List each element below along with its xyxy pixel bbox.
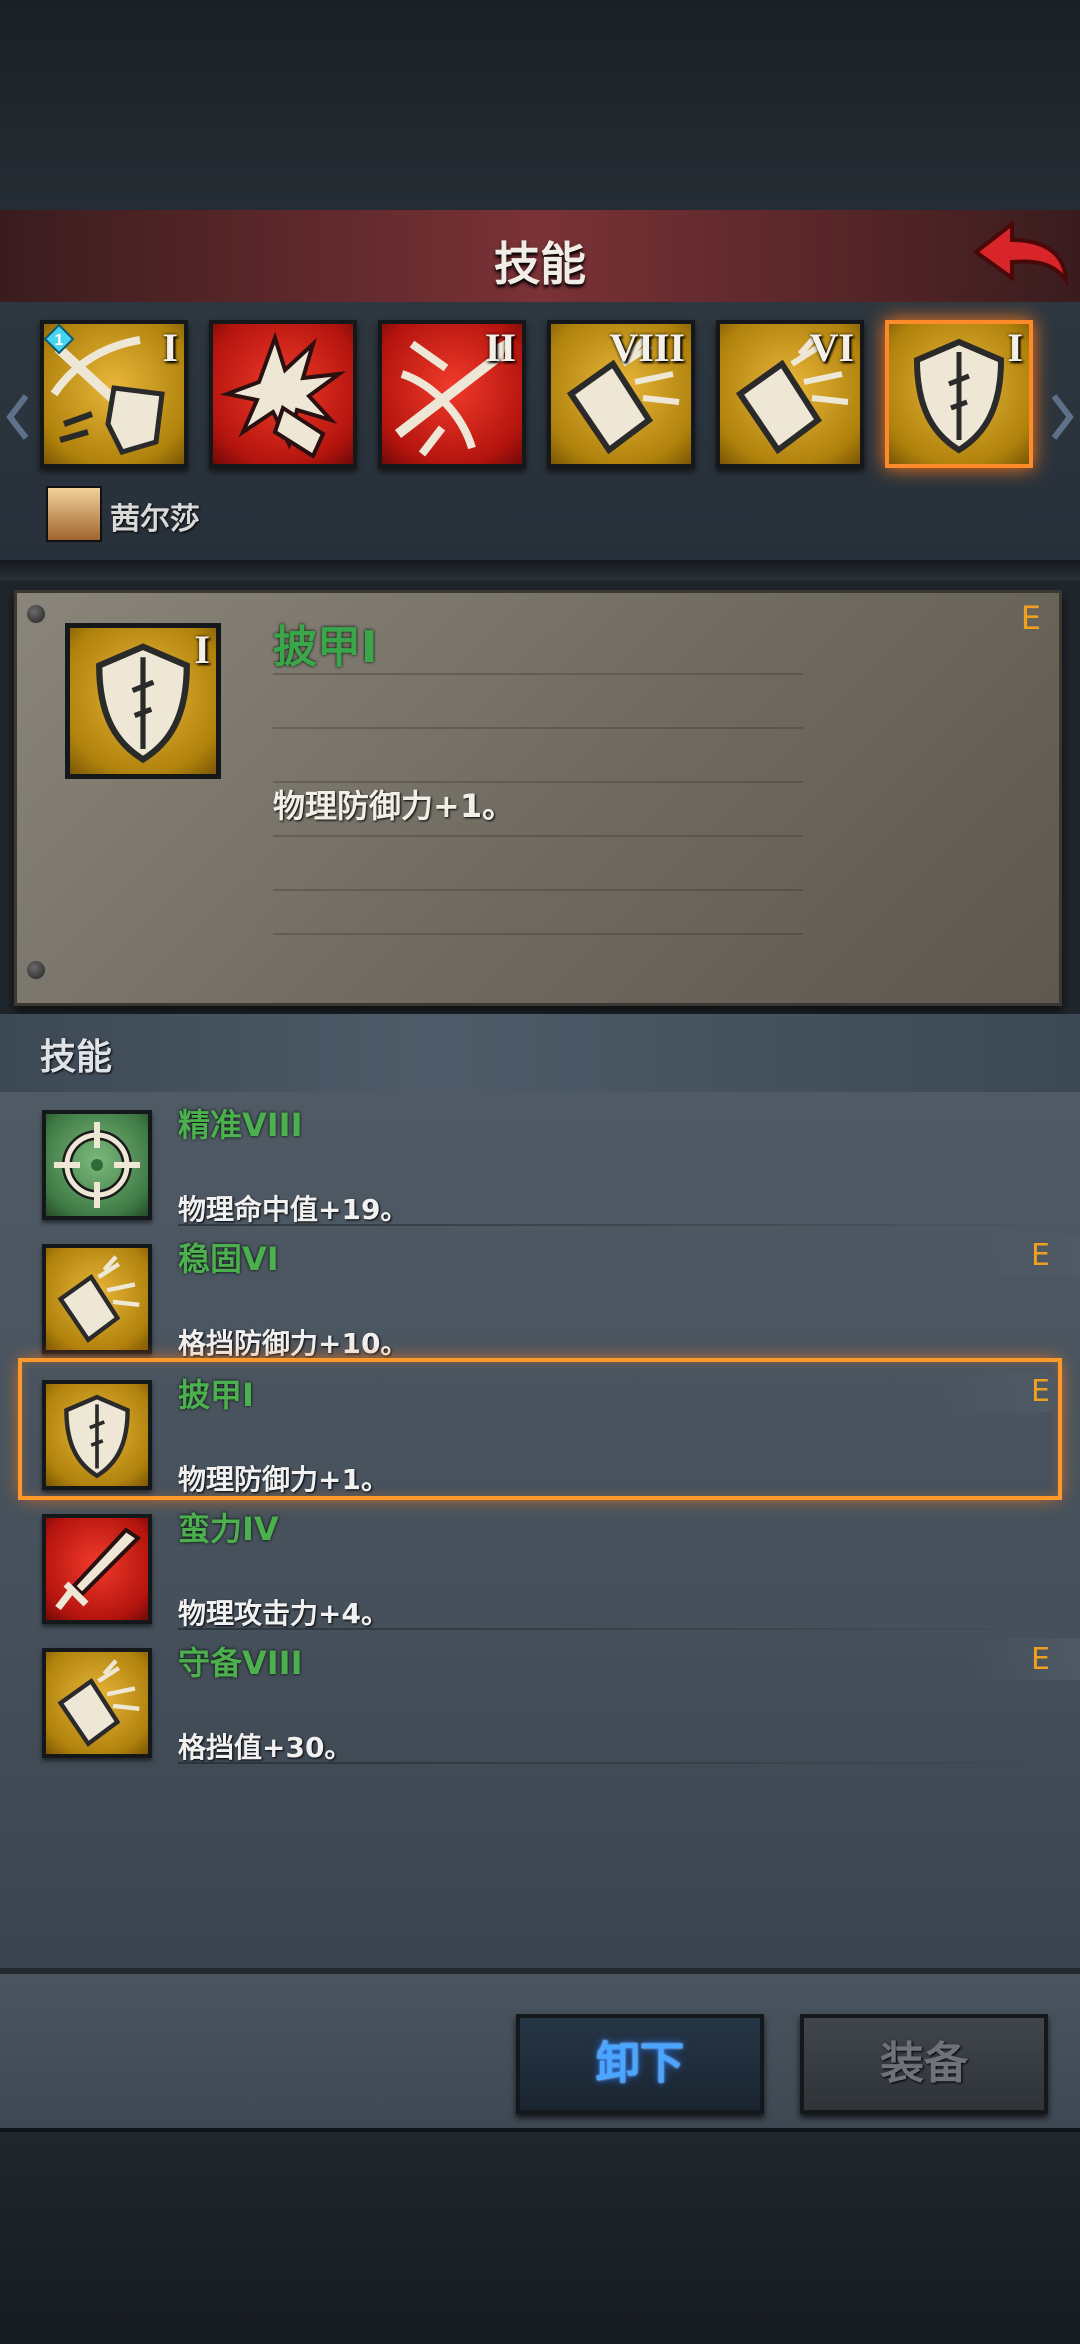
skill-slot-1[interactable]: I 1 [40,320,188,468]
section-header: 技能 [0,1014,1080,1092]
crosshair-icon [54,1122,140,1208]
skill-detail-card: I 披甲I 物理防御力+1。 E [14,590,1062,1006]
scroll-left-icon[interactable] [6,392,30,442]
detail-roman: I [194,627,210,672]
slot-6-roman: I [1007,325,1023,370]
gem-badge-icon: 1 [44,324,74,354]
card-rule [273,889,803,891]
rivet-icon [27,605,45,623]
skill-row[interactable]: 精准VIII 物理命中值+19。 [0,1092,1080,1226]
detail-equipped-mark: E [1020,599,1041,637]
skill-row-name: 守备VIII [178,1644,303,1682]
unequip-button[interactable]: 卸下 [516,2014,764,2114]
skill-row-icon [42,1514,152,1624]
skill-row-desc: 格挡防御力+10。 [178,1327,409,1360]
skill-row-icon [42,1648,152,1758]
skill-slot-6[interactable]: I [885,320,1033,468]
skill-row-icon [42,1110,152,1220]
equipped-mark: E [1031,1238,1050,1273]
block-shield-icon [57,1255,140,1343]
detail-skill-icon: I [65,623,221,779]
equipped-skill-strip: I 1 II VIII VI I 茜尔莎 [0,302,1080,560]
skill-row-desc: 物理攻击力+4。 [178,1597,389,1630]
slot-5-roman: VI [809,325,854,370]
bottom-backdrop [0,2128,1080,2344]
back-arrow-icon [972,219,1069,287]
skill-row-name: 精准VIII [178,1106,303,1144]
skill-row-icon [42,1244,152,1354]
skill-row[interactable]: 稳固VI 格挡防御力+10。 E [0,1226,1080,1360]
action-bar: 卸下 装备 [0,1968,1080,2134]
equipped-mark: E [1031,1642,1050,1677]
skill-row-name: 蛮力IV [178,1510,279,1548]
block-shield-icon [57,1659,140,1747]
slot-3-roman: II [484,325,516,370]
card-rule [273,727,803,729]
smash-fist-icon [219,331,347,459]
scroll-right-icon[interactable] [1050,392,1074,442]
skill-row-icon [42,1380,152,1490]
strip-divider [0,560,1080,580]
row-divider [178,1358,1080,1360]
equipped-tag [970,1638,1080,1680]
section-title: 技能 [40,1037,113,1078]
detail-skill-desc: 物理防御力+1。 [273,787,515,825]
skill-row-desc: 物理命中值+19。 [178,1193,409,1226]
skill-slot-4[interactable]: VIII [547,320,695,468]
gem-badge-count: 1 [55,332,64,349]
skill-row-selected[interactable]: 披甲I 物理防御力+1。 E [18,1358,1062,1500]
slot-4-roman: VIII [609,325,685,370]
skill-slot-5[interactable]: VI [716,320,864,468]
skill-slot-2[interactable] [209,320,357,468]
skill-row-name: 稳固VI [178,1240,279,1278]
slot-1-roman: I [162,325,178,370]
detail-skill-name: 披甲I [273,622,378,673]
back-button[interactable] [968,218,1072,298]
sword-icon [55,1527,142,1611]
hero-avatar[interactable] [46,486,102,542]
equipped-mark: E [1031,1374,1050,1409]
rivet-icon [27,961,45,979]
skill-row-desc: 格挡值+30。 [178,1731,353,1764]
page-title: 技能 [494,237,586,291]
skill-row-desc: 物理防御力+1。 [178,1463,389,1496]
row-divider [178,1762,1080,1764]
equipped-tag [970,1234,1080,1276]
skill-list: 精准VIII 物理命中值+19。 稳固VI 格挡防御力+10。 E 披甲I 物理… [0,1092,1080,1968]
shield-icon [64,1394,130,1479]
header-bar: 技能 [0,210,1080,306]
skill-slot-3[interactable]: II [378,320,526,468]
card-rule [273,933,803,935]
skill-row[interactable]: 守备VIII 格挡值+30。 E [0,1630,1080,1764]
card-rule [273,835,803,837]
hero-name: 茜尔莎 [110,502,200,537]
equip-button[interactable]: 装备 [800,2014,1048,2114]
top-backdrop [0,0,1080,210]
skill-row[interactable]: 蛮力IV 物理攻击力+4。 [0,1496,1080,1630]
skill-row-name: 披甲I [178,1376,254,1414]
